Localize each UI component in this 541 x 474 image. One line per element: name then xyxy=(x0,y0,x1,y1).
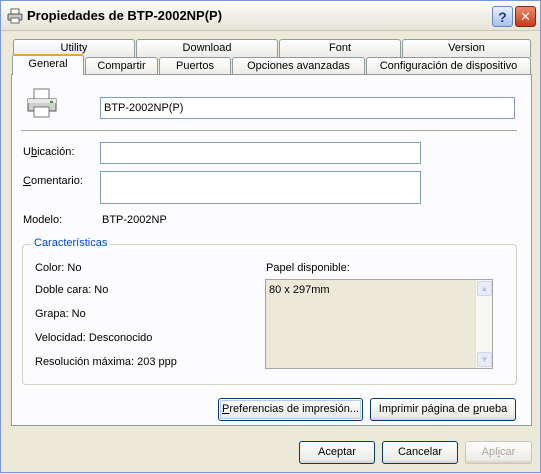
list-item[interactable]: 80 x 297mm xyxy=(269,284,330,296)
comment-label: Comentario: xyxy=(23,175,83,187)
location-label: Ubicación: xyxy=(23,146,75,158)
model-label: Modelo: xyxy=(23,214,63,226)
print-test-page-button[interactable]: Imprimir página de prueba xyxy=(370,398,516,421)
model-value: BTP-2002NP xyxy=(102,214,167,226)
ok-button[interactable]: Aceptar xyxy=(299,441,375,464)
properties-dialog: Propiedades de BTP-2002NP(P) ? ✕ Utility… xyxy=(0,0,541,473)
printer-name-input[interactable]: BTP-2002NP(P) xyxy=(100,97,515,119)
separator xyxy=(21,130,517,132)
staple-feature: Grapa: No xyxy=(35,308,86,320)
printer-large-icon xyxy=(27,88,57,118)
paper-label: Papel disponible: xyxy=(266,262,350,274)
scroll-up-icon[interactable]: ▲ xyxy=(477,281,492,296)
duplex-feature: Doble cara: No xyxy=(35,284,109,296)
location-input[interactable] xyxy=(100,142,421,164)
speed-feature: Velocidad: Desconocido xyxy=(35,332,153,344)
resolution-feature: Resolución máxima: 203 ppp xyxy=(35,356,177,368)
comment-input[interactable] xyxy=(100,171,421,204)
printing-preferences-button[interactable]: Preferencias de impresión... xyxy=(218,398,363,421)
apply-button[interactable]: Aplicar xyxy=(465,441,532,464)
paper-listbox[interactable]: 80 x 297mm ▲ ▼ xyxy=(265,279,493,369)
paper-scrollbar[interactable]: ▲ ▼ xyxy=(475,280,492,368)
scroll-down-icon[interactable]: ▼ xyxy=(477,352,492,367)
features-title: Características xyxy=(31,237,111,249)
color-feature: Color: No xyxy=(35,262,82,274)
cancel-button[interactable]: Cancelar xyxy=(382,441,458,464)
